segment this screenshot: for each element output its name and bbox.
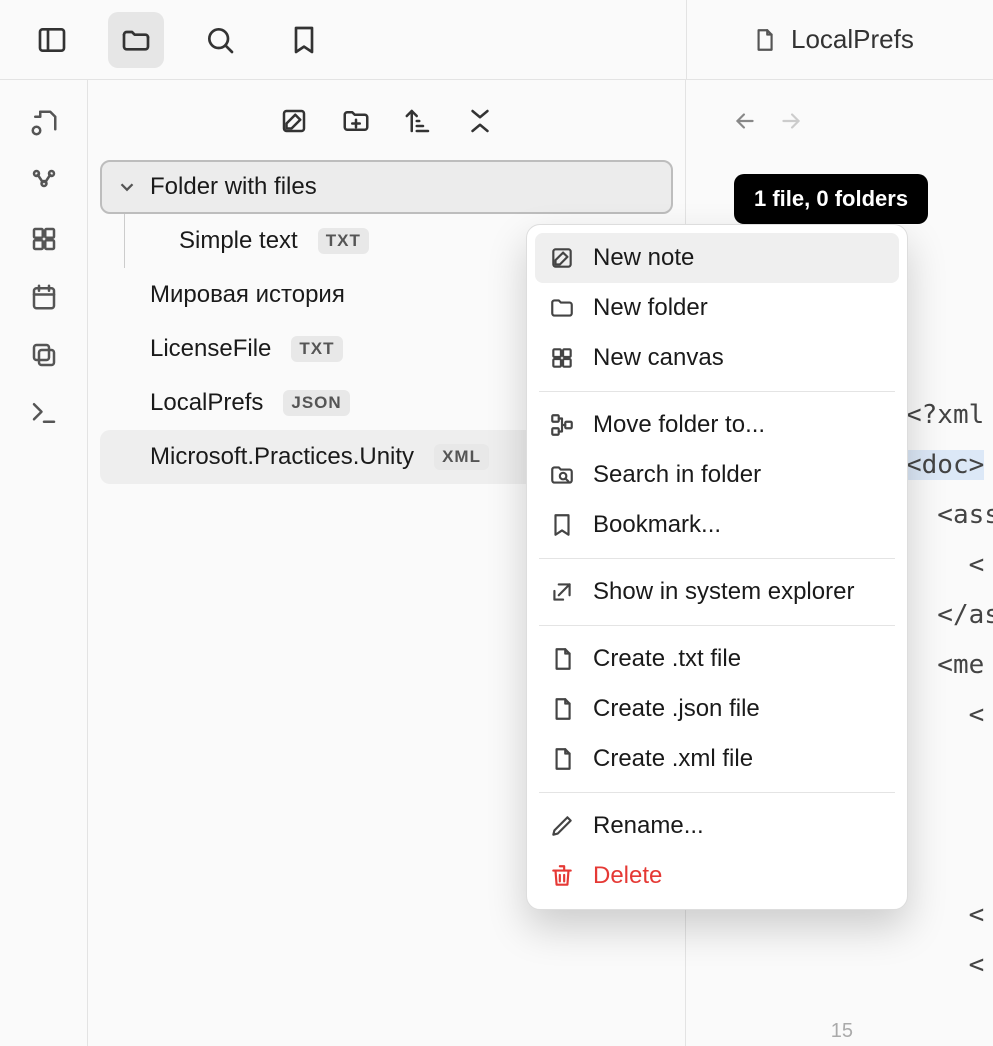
file-badge: TXT [291,336,342,362]
collapse-button[interactable] [465,106,495,136]
ctx-rename[interactable]: Rename... [535,801,899,851]
code-content: <?xml <doc> <ass < </as <me < < < [906,340,993,990]
ctx-search-folder[interactable]: Search in folder [535,450,899,500]
grid-icon [549,345,575,371]
copy-icon [29,340,59,370]
ctx-new-folder[interactable]: New folder [535,283,899,333]
separator [539,558,895,559]
new-note-button[interactable] [279,106,309,136]
separator [539,625,895,626]
tree-icon [549,412,575,438]
rail-calendar[interactable] [29,282,59,312]
folder-icon [549,295,575,321]
files-tab-button[interactable] [108,12,164,68]
arrow-left-icon [732,108,758,134]
line-gutter: 15 16 17 [831,1020,853,1046]
new-folder-button[interactable] [341,106,371,136]
ctx-create-txt[interactable]: Create .txt file [535,634,899,684]
file-badge: XML [434,444,489,470]
file-icon [549,746,575,772]
search-tab-button[interactable] [192,12,248,68]
external-icon [549,579,575,605]
folder-search-icon [549,462,575,488]
file-label: LocalPrefs [150,389,263,417]
rail-quickswitch[interactable] [29,108,59,138]
rail-canvas[interactable] [29,224,59,254]
folder-open-icon [120,24,152,56]
nav-back-button[interactable] [732,108,758,134]
trash-icon [549,863,575,889]
arrow-right-icon [778,108,804,134]
ctx-create-json[interactable]: Create .json file [535,684,899,734]
file-label: Simple text [179,227,298,255]
ctx-create-xml[interactable]: Create .xml file [535,734,899,784]
panel-left-icon [36,24,68,56]
chevron-down-icon [116,176,138,198]
folder-stats-tooltip: 1 file, 0 folders [734,174,928,224]
calendar-icon [29,282,59,312]
file-label: Мировая история [150,281,345,309]
pencil-icon [549,813,575,839]
ctx-new-note[interactable]: New note [535,233,899,283]
rail-graph[interactable] [29,166,59,196]
ctx-new-canvas[interactable]: New canvas [535,333,899,383]
tab-title[interactable]: LocalPrefs [791,24,914,55]
file-label: LicenseFile [150,335,271,363]
separator [539,391,895,392]
nav-forward-button[interactable] [778,108,804,134]
left-rail [0,80,88,1046]
edit-icon [279,106,309,136]
graph-icon [29,166,59,196]
folder-context-menu: New note New folder New canvas Move fold… [526,224,908,910]
grid-icon [29,224,59,254]
file-badge: JSON [283,390,349,416]
edit-icon [549,245,575,271]
ctx-bookmark[interactable]: Bookmark... [535,500,899,550]
bookmark-icon [288,24,320,56]
folder-plus-icon [341,106,371,136]
rail-copy[interactable] [29,340,59,370]
rail-terminal[interactable] [29,398,59,428]
bookmark-icon [549,512,575,538]
file-icon [549,696,575,722]
separator [539,792,895,793]
terminal-icon [29,398,59,428]
sort-icon [403,106,433,136]
folder-label: Folder with files [150,173,317,201]
toggle-sidebar-button[interactable] [24,12,80,68]
file-label: Microsoft.Practices.Unity [150,443,414,471]
file-swap-icon [29,108,59,138]
file-badge: TXT [318,228,369,254]
file-icon [751,27,777,53]
search-icon [204,24,236,56]
ctx-delete[interactable]: Delete [535,851,899,901]
sort-button[interactable] [403,106,433,136]
tree-folder[interactable]: Folder with files [100,160,673,214]
ctx-show-explorer[interactable]: Show in system explorer [535,567,899,617]
file-icon [549,646,575,672]
collapse-icon [465,106,495,136]
ctx-move-folder[interactable]: Move folder to... [535,400,899,450]
bookmarks-tab-button[interactable] [276,12,332,68]
